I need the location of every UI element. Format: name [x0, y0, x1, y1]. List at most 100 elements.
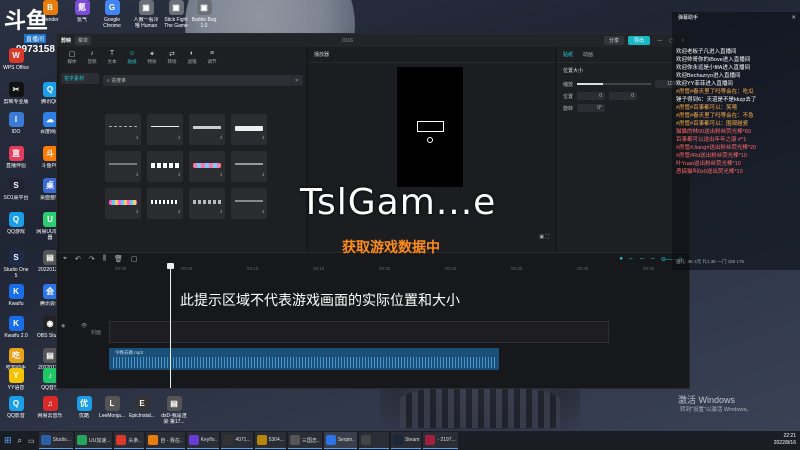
desktop-icon[interactable]: ▣ 人傲一看冷哦 Human Fa... — [132, 0, 160, 29]
system-clock[interactable]: 22:21 2022/8/16 — [774, 433, 796, 447]
tab-tool[interactable]: ⇄ 转场 — [165, 50, 179, 69]
download-icon[interactable]: ⭳ — [178, 172, 180, 180]
download-icon[interactable]: ⭳ — [220, 209, 222, 217]
desktop-icon[interactable]: S SO1桌平台 — [2, 178, 30, 207]
sticker-item[interactable]: ⭳ — [231, 114, 267, 145]
desktop-icon[interactable]: S Studio One 5 — [2, 250, 30, 279]
taskbar-app[interactable]: UU加速... — [75, 432, 113, 449]
sticker-item[interactable]: ⭳ — [189, 188, 225, 219]
desktop-icon[interactable]: ▣ Barbie Bug 1.0 — [190, 0, 218, 29]
desktop-icon[interactable]: K Kwaifu — [2, 284, 30, 313]
rotate-handle-icon[interactable] — [427, 137, 433, 143]
taskbar-app[interactable]: 4071... — [221, 432, 253, 449]
desktop-icon[interactable]: ▤ dsD-我是渲染 第17... — [160, 396, 188, 425]
taskbar-app[interactable]: Steam — [390, 432, 422, 449]
fullscreen-icon[interactable]: ▣ ⛶ — [539, 234, 549, 240]
sticker-item[interactable]: ⭳ — [147, 188, 183, 219]
desktop-icon[interactable]: ✂ 剪映专业版 — [2, 82, 30, 111]
taskbar-app[interactable]: Serpin.. — [323, 432, 357, 449]
scale-slider[interactable] — [577, 83, 651, 85]
desktop-icon[interactable]: W WPS Office — [2, 48, 30, 77]
taskbar-app[interactable]: Keyflo.. — [186, 432, 220, 449]
track-lock-icon[interactable]: ◉ — [61, 323, 65, 329]
desktop-icon[interactable]: G Google Chrome — [98, 0, 126, 29]
desktop-icon[interactable]: ♫ 网易云音乐 — [36, 396, 64, 425]
sticker-item[interactable]: ⭳ — [105, 151, 141, 182]
search-input[interactable]: ⌕ 进度条 ✕ — [103, 75, 303, 86]
download-icon[interactable]: ⭳ — [136, 135, 138, 143]
desktop-icon[interactable]: L LeeMonja... — [98, 396, 126, 425]
position-x-value[interactable]: 0 — [577, 92, 606, 100]
redo-icon[interactable]: ↷ — [89, 255, 95, 263]
preview-axis-icon[interactable]: ⇔ — [650, 256, 656, 263]
link-icon[interactable]: ⇔ — [628, 256, 634, 263]
download-icon[interactable]: ⭳ — [136, 172, 138, 180]
category-item[interactable]: 花字素材 — [61, 73, 99, 84]
download-icon[interactable]: ⭳ — [262, 209, 264, 217]
tab-tool[interactable]: ◐ 滤镜 — [185, 50, 199, 69]
sticker-item[interactable]: ⭳ — [147, 151, 183, 182]
taskbar-app[interactable]: 头条.. — [114, 432, 145, 449]
desktop-icon[interactable]: E EpicInstal... — [128, 396, 156, 425]
tab-tool[interactable]: ▢ 媒体 — [65, 50, 79, 69]
rotation-value[interactable]: 0° — [577, 104, 606, 112]
clear-search-icon[interactable]: ✕ — [295, 78, 299, 84]
taskbar-app[interactable]: - 2197... — [423, 432, 458, 449]
close-icon[interactable]: ✕ — [791, 14, 796, 22]
sticker-item[interactable]: ⭳ — [189, 114, 225, 145]
sticker-item[interactable]: ⭳ — [231, 188, 267, 219]
sticker-item[interactable]: ⭳ — [231, 151, 267, 182]
sticker-item[interactable]: ⭳ — [105, 188, 141, 219]
tab-tool[interactable]: ☺ 贴纸 — [125, 50, 139, 69]
download-icon[interactable]: ⭳ — [178, 209, 180, 217]
desktop-icon[interactable]: ▣ Stick Fight The Game — [162, 0, 190, 29]
desktop-icon[interactable]: Q QQ影音 — [2, 396, 30, 425]
sticker-item[interactable]: ⭳ — [147, 114, 183, 145]
start-button[interactable]: ⊞ — [2, 432, 14, 449]
sticker-item[interactable]: ⭳ — [189, 151, 225, 182]
desktop-icon[interactable]: I IDO — [2, 112, 30, 141]
mic-icon[interactable]: ● — [619, 256, 623, 263]
audio-clip[interactable]: 今晚去踢.mp3 — [109, 348, 499, 370]
desktop-icon[interactable]: 直直播伴侣 — [2, 146, 30, 175]
position-y-value[interactable]: 0 — [609, 92, 638, 100]
taskbar-app[interactable]: 自 - 我在.. — [146, 432, 185, 449]
minimize-icon[interactable]: — — [657, 38, 662, 44]
taskbar-app[interactable] — [358, 432, 389, 449]
task-view-icon[interactable]: ▭ — [26, 432, 37, 449]
download-icon[interactable]: ⭳ — [136, 209, 138, 217]
sticker-item[interactable]: ⭳ — [105, 114, 141, 145]
delete-icon[interactable]: 🗑 — [114, 255, 123, 263]
tab-sticker[interactable]: 贴纸 — [563, 51, 573, 58]
download-icon[interactable]: ⭳ — [262, 172, 264, 180]
download-icon[interactable]: ⭳ — [220, 135, 222, 143]
desktop-icon[interactable]: B Blender — [36, 0, 64, 29]
desktop-icon[interactable]: 氪氪气 — [68, 0, 96, 29]
taskbar-app[interactable]: 三国志.. — [287, 432, 322, 449]
select-tool-icon[interactable]: ⌖ — [63, 255, 67, 263]
share-button[interactable]: 分享 — [604, 36, 625, 45]
track-visible-icon[interactable]: 👁 — [81, 323, 87, 329]
export-button[interactable]: 导出 — [628, 36, 651, 45]
magnet-icon[interactable]: ⇔ — [639, 256, 645, 263]
taskbar-app[interactable]: 5304... — [254, 432, 286, 449]
split-icon[interactable]: ⫼ — [103, 255, 106, 263]
taskbar-app[interactable]: Studio... — [38, 432, 74, 449]
preview-canvas[interactable] — [397, 67, 463, 187]
tab-tool[interactable]: T 文本 — [105, 50, 119, 69]
tab-tool[interactable]: ♪ 音频 — [85, 50, 99, 69]
search-icon[interactable]: ⌕ — [16, 432, 24, 449]
tab-tool[interactable]: ✦ 特效 — [145, 50, 159, 69]
undo-icon[interactable]: ↶ — [75, 255, 81, 263]
desktop-icon[interactable]: K Kwaifu 2.0 — [2, 316, 30, 345]
download-icon[interactable]: ⭳ — [178, 135, 180, 143]
desktop-icon[interactable]: Y YY语音 — [2, 368, 30, 397]
playhead[interactable] — [167, 263, 174, 388]
menu-button[interactable]: 菜单 — [75, 36, 92, 45]
tab-tool[interactable]: ≡ 调节 — [205, 50, 219, 69]
selection-box[interactable] — [417, 121, 444, 132]
freeze-icon[interactable]: ▢ — [131, 255, 138, 263]
desktop-icon[interactable]: 优优酷 — [70, 396, 98, 425]
download-icon[interactable]: ⭳ — [262, 135, 264, 143]
tab-animation[interactable]: 动画 — [583, 51, 593, 58]
